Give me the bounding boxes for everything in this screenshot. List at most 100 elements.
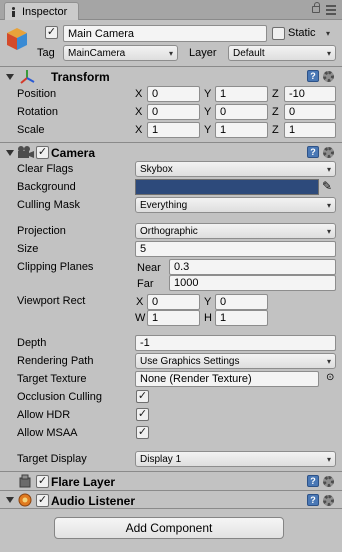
clear-flags-label: Clear Flags xyxy=(17,163,74,175)
clear-flags-dropdown[interactable]: Skybox ▾ xyxy=(135,161,336,177)
object-picker-icon[interactable]: ⊙ xyxy=(326,372,334,383)
near-label: Near xyxy=(137,262,161,274)
axis-z-label: Z xyxy=(272,124,279,136)
divider xyxy=(0,471,342,472)
position-x-input[interactable]: 0 xyxy=(147,86,200,102)
axis-z-label: Z xyxy=(272,88,279,100)
rendering-path-value: Use Graphics Settings xyxy=(140,355,240,367)
size-label: Size xyxy=(17,243,39,255)
object-name-input[interactable]: Main Camera xyxy=(63,25,267,42)
axis-x-label: X xyxy=(135,88,143,100)
viewport-h-input[interactable]: 1 xyxy=(215,310,268,326)
clear-flags-value: Skybox xyxy=(140,163,173,175)
allow-hdr-label: Allow HDR xyxy=(17,409,71,421)
axis-x-label: X xyxy=(135,106,143,118)
scale-z-input[interactable]: 1 xyxy=(284,122,336,138)
chevron-down-icon: ▾ xyxy=(326,226,331,236)
target-display-dropdown[interactable]: Display 1 ▾ xyxy=(135,451,336,467)
help-icon[interactable]: ? xyxy=(307,475,319,487)
gear-icon[interactable] xyxy=(323,147,334,158)
eyedropper-icon[interactable]: ✎ xyxy=(322,179,332,193)
chevron-down-icon: ▾ xyxy=(326,164,331,174)
active-checkbox[interactable]: ✓ xyxy=(45,26,58,39)
foldout-arrow-icon[interactable] xyxy=(6,497,14,503)
rotation-z-input[interactable]: 0 xyxy=(284,104,336,120)
chevron-down-icon: ▾ xyxy=(326,200,331,210)
depth-input[interactable]: -1 xyxy=(135,335,336,351)
scale-y-input[interactable]: 1 xyxy=(215,122,268,138)
tag-dropdown[interactable]: MainCamera ▾ xyxy=(63,45,178,61)
projection-label: Projection xyxy=(17,225,66,237)
tag-value: MainCamera xyxy=(68,47,126,59)
chevron-down-icon: ▾ xyxy=(326,48,331,58)
target-texture-field[interactable]: None (Render Texture) xyxy=(135,371,319,387)
size-input[interactable]: 5 xyxy=(135,241,336,257)
culling-mask-label: Culling Mask xyxy=(17,199,80,211)
component-title: Camera xyxy=(51,146,96,160)
rotation-x-input[interactable]: 0 xyxy=(147,104,200,120)
viewport-h-label: H xyxy=(204,312,212,324)
flare-layer-enabled-checkbox[interactable]: ✓ xyxy=(36,475,49,488)
target-display-value: Display 1 xyxy=(140,453,182,465)
position-y-input[interactable]: 1 xyxy=(215,86,268,102)
clipping-planes-label: Clipping Planes xyxy=(17,261,94,273)
divider xyxy=(0,66,342,67)
audio-listener-enabled-checkbox[interactable]: ✓ xyxy=(36,494,49,507)
axis-y-label: Y xyxy=(204,124,212,136)
help-icon[interactable]: ? xyxy=(307,494,319,506)
axis-z-label: Z xyxy=(272,106,279,118)
gameobject-cube-icon xyxy=(7,28,27,50)
layer-dropdown[interactable]: Default ▾ xyxy=(228,45,336,61)
divider xyxy=(0,508,342,509)
axis-y-label: Y xyxy=(204,88,212,100)
tab-inspector[interactable]: Inspector xyxy=(4,2,79,20)
rotation-label: Rotation xyxy=(17,106,58,118)
far-input[interactable]: 1000 xyxy=(169,275,336,291)
chevron-down-icon: ▾ xyxy=(168,48,173,58)
menu-icon[interactable] xyxy=(326,5,336,15)
position-z-input[interactable]: -10 xyxy=(284,86,336,102)
static-checkbox[interactable] xyxy=(272,27,285,40)
lock-icon[interactable] xyxy=(312,2,320,13)
add-component-button[interactable]: Add Component xyxy=(54,517,284,539)
layer-label: Layer xyxy=(189,47,217,59)
gear-icon[interactable] xyxy=(323,495,334,506)
foldout-arrow-icon[interactable] xyxy=(6,150,14,156)
help-icon[interactable]: ? xyxy=(307,70,319,82)
culling-mask-dropdown[interactable]: Everything ▾ xyxy=(135,197,336,213)
foldout-arrow-icon[interactable] xyxy=(6,74,14,80)
viewport-x-input[interactable]: 0 xyxy=(147,294,200,310)
position-label: Position xyxy=(17,88,57,100)
transform-icon xyxy=(20,70,35,84)
viewport-x-label: X xyxy=(136,296,144,308)
static-dropdown-arrow[interactable]: ▾ xyxy=(326,29,330,38)
scale-label: Scale xyxy=(17,124,45,136)
projection-value: Orthographic xyxy=(140,225,198,237)
gear-icon[interactable] xyxy=(323,476,334,487)
rotation-y-input[interactable]: 0 xyxy=(215,104,268,120)
occlusion-culling-checkbox[interactable]: ✓ xyxy=(136,390,149,403)
chevron-down-icon: ▾ xyxy=(326,356,331,366)
rendering-path-dropdown[interactable]: Use Graphics Settings ▾ xyxy=(135,353,336,369)
allow-msaa-label: Allow MSAA xyxy=(17,427,78,439)
info-icon xyxy=(9,6,18,17)
layer-value: Default xyxy=(233,47,265,59)
allow-hdr-checkbox[interactable]: ✓ xyxy=(136,408,149,421)
target-texture-label: Target Texture xyxy=(17,373,87,385)
component-title: Transform xyxy=(51,70,110,84)
help-icon[interactable]: ? xyxy=(307,146,319,158)
component-title: Audio Listener xyxy=(51,494,136,508)
near-input[interactable]: 0.3 xyxy=(169,259,336,275)
camera-enabled-checkbox[interactable]: ✓ xyxy=(36,146,49,159)
viewport-w-label: W xyxy=(135,312,146,324)
viewport-w-input[interactable]: 1 xyxy=(147,310,200,326)
gear-icon[interactable] xyxy=(323,71,334,82)
divider xyxy=(0,490,342,491)
allow-msaa-checkbox[interactable]: ✓ xyxy=(136,426,149,439)
projection-dropdown[interactable]: Orthographic ▾ xyxy=(135,223,336,239)
viewport-y-input[interactable]: 0 xyxy=(215,294,268,310)
target-display-label: Target Display xyxy=(17,453,87,465)
scale-x-input[interactable]: 1 xyxy=(147,122,200,138)
background-color-swatch[interactable] xyxy=(135,179,319,195)
audio-listener-icon xyxy=(18,493,32,507)
